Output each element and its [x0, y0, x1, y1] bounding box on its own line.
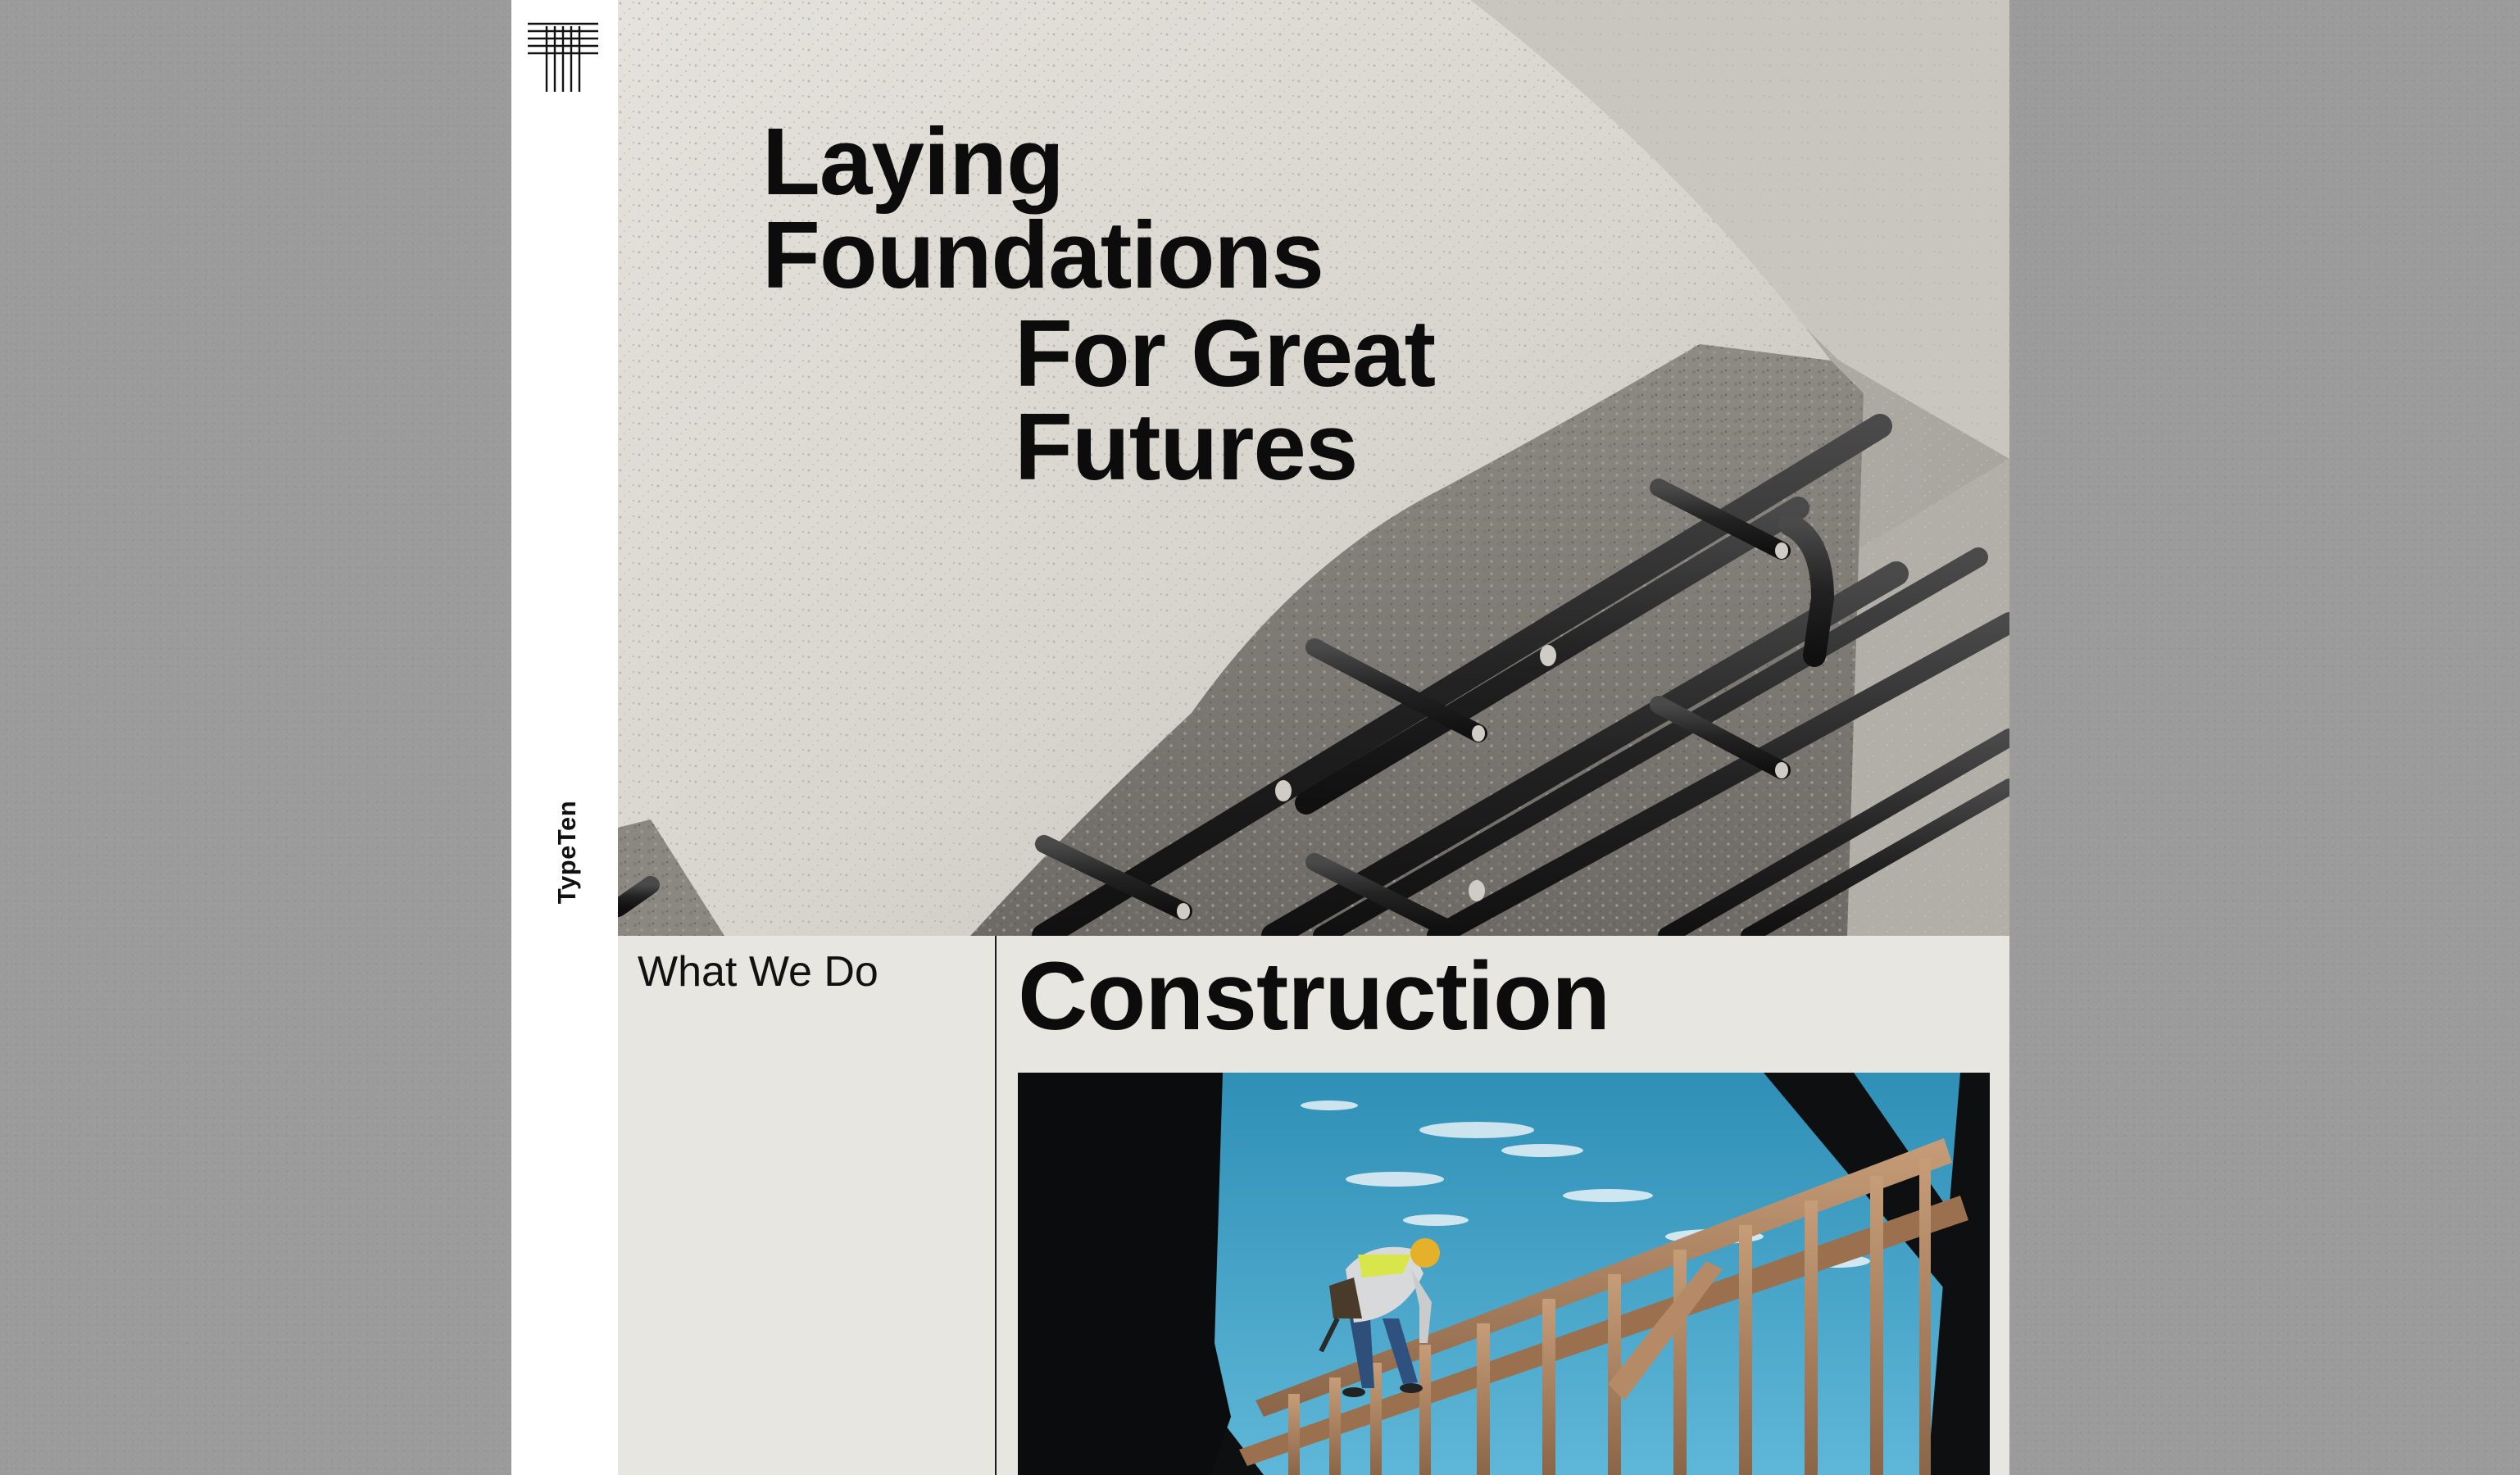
headline-line: For Great [1015, 300, 1436, 406]
headline-line: Laying [762, 108, 1065, 215]
section-label: What We Do [638, 948, 879, 996]
hero: Laying Foundations For Great Futures [618, 0, 2009, 936]
worker-on-timber-frame-image[interactable] [1018, 1073, 1990, 1475]
headline-line: Foundations [762, 202, 1324, 308]
typeten-grid-logo-icon[interactable] [526, 21, 600, 93]
side-rail: TypeTen [511, 0, 618, 1475]
what-we-do-section: What We Do Construction [618, 936, 2009, 1475]
column-divider [995, 936, 997, 1475]
brand-wordmark[interactable]: TypeTen [552, 801, 582, 904]
headline-line: Futures [1015, 393, 1358, 500]
section-title[interactable]: Construction [1018, 941, 1610, 1052]
page: TypeTen Laying Foundations For Great Fut… [511, 0, 2009, 1475]
hero-headline: Laying Foundations For Great Futures [618, 0, 2009, 574]
